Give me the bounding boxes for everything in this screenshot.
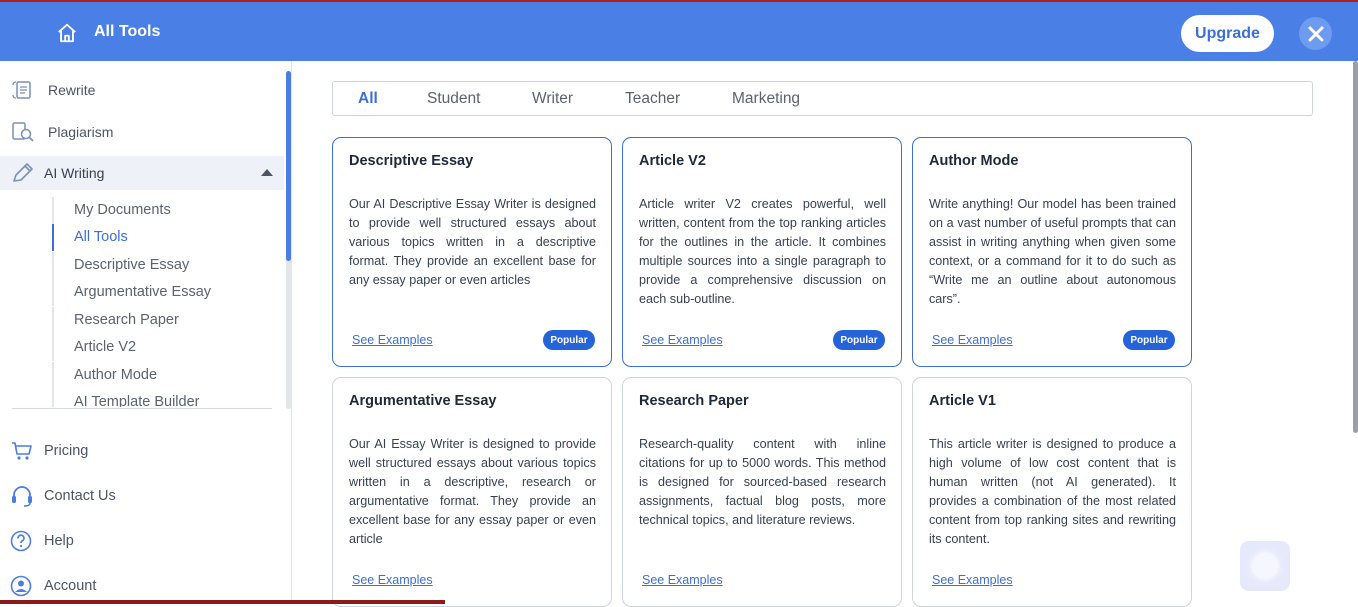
sidebar-item-label: Plagiarism	[48, 124, 114, 140]
top-bar: All Tools Upgrade	[0, 0, 1358, 61]
tool-card-research-paper[interactable]: Research Paper Research-quality content …	[622, 377, 902, 607]
sidebar-divider	[12, 408, 272, 409]
see-examples-link[interactable]: See Examples	[642, 573, 723, 587]
account-icon	[10, 575, 32, 597]
sidebar-subitem-article-v2[interactable]: Article V2	[52, 334, 272, 361]
rewrite-icon	[12, 81, 31, 99]
see-examples-link[interactable]: See Examples	[932, 333, 1013, 347]
tab-student[interactable]: Student	[427, 90, 480, 108]
card-description: Research-quality content with inline cit…	[639, 437, 886, 527]
sidebar-subitem-research-paper[interactable]: Research Paper	[52, 307, 272, 334]
card-title: Argumentative Essay	[349, 393, 497, 409]
pencil-icon	[13, 163, 33, 182]
upgrade-button[interactable]: Upgrade	[1181, 15, 1274, 52]
plagiarism-icon	[12, 122, 34, 142]
card-title: Author Mode	[929, 153, 1019, 169]
tool-card-article-v1[interactable]: Article V1 This article writer is design…	[912, 377, 1192, 607]
tool-card-descriptive-essay[interactable]: Descriptive Essay Our AI Descriptive Ess…	[332, 137, 612, 367]
subitem-label: Argumentative Essay	[74, 284, 212, 300]
subitem-label: Author Mode	[74, 367, 158, 383]
sidebar-item-contact-us[interactable]: Contact Us	[0, 481, 284, 511]
sidebar: Rewrite Plagiarism AI Writing My Documen…	[0, 61, 292, 604]
tool-card-article-v2[interactable]: Article V2 Article writer V2 creates pow…	[622, 137, 902, 367]
sidebar-item-plagiarism[interactable]: Plagiarism	[0, 115, 284, 149]
sidebar-subitem-my-documents[interactable]: My Documents	[52, 197, 272, 224]
tab-marketing[interactable]: Marketing	[732, 90, 800, 108]
see-examples-link[interactable]: See Examples	[352, 573, 433, 587]
popular-badge: Popular	[1123, 330, 1175, 350]
sidebar-item-label: Help	[44, 533, 74, 549]
help-icon	[10, 530, 32, 552]
sidebar-item-label: Rewrite	[48, 82, 96, 98]
subitem-label: My Documents	[74, 202, 171, 218]
headset-icon	[12, 486, 32, 507]
sidebar-item-label: Pricing	[44, 443, 89, 459]
card-description: Our AI Descriptive Essay Writer is desig…	[349, 197, 596, 287]
sidebar-item-label: Account	[44, 578, 97, 594]
see-examples-link[interactable]: See Examples	[932, 573, 1013, 587]
sidebar-item-account[interactable]: Account	[0, 571, 284, 601]
sidebar-subitem-descriptive-essay[interactable]: Descriptive Essay	[52, 252, 272, 279]
card-title: Article V2	[639, 153, 706, 169]
subitem-label: All Tools	[74, 229, 128, 245]
main-scrollbar[interactable]	[1353, 61, 1358, 433]
sidebar-scrollbar-thumb[interactable]	[286, 71, 291, 261]
sidebar-item-rewrite[interactable]: Rewrite	[0, 73, 284, 107]
page-title: All Tools	[94, 23, 161, 40]
tab-all[interactable]: All	[358, 90, 378, 108]
see-examples-link[interactable]: See Examples	[642, 333, 723, 347]
sidebar-item-help[interactable]: Help	[0, 526, 284, 556]
sidebar-subitem-argumentative-essay[interactable]: Argumentative Essay	[52, 279, 272, 306]
popular-badge: Popular	[833, 330, 885, 350]
card-title: Article V1	[929, 393, 996, 409]
sidebar-subitem-all-tools[interactable]: All Tools	[52, 224, 272, 251]
sidebar-item-label: Contact Us	[44, 488, 116, 504]
card-description: This article writer is designed to produ…	[929, 437, 1176, 546]
tool-card-argumentative-essay[interactable]: Argumentative Essay Our AI Essay Writer …	[332, 377, 612, 607]
close-icon	[1308, 26, 1323, 41]
see-examples-link[interactable]: See Examples	[352, 333, 433, 347]
chevron-up-icon[interactable]	[261, 169, 273, 176]
sidebar-item-pricing[interactable]: Pricing	[0, 436, 284, 466]
subitem-label: Descriptive Essay	[74, 257, 190, 273]
tool-card-author-mode[interactable]: Author Mode Write anything! Our model ha…	[912, 137, 1192, 367]
card-title: Descriptive Essay	[349, 153, 474, 169]
sidebar-subitem-ai-template-builder[interactable]: AI Template Builder	[52, 389, 272, 407]
subitem-label: Research Paper	[74, 312, 179, 328]
subitem-label: Article V2	[74, 339, 137, 355]
chat-widget-button[interactable]	[1240, 541, 1290, 591]
cart-icon	[12, 442, 32, 460]
sidebar-item-label: AI Writing	[44, 165, 105, 181]
card-title: Research Paper	[639, 393, 749, 409]
subitem-label: AI Template Builder	[74, 394, 200, 407]
sidebar-item-ai-writing[interactable]: AI Writing	[0, 156, 284, 190]
card-description: Our AI Essay Writer is designed to provi…	[349, 437, 596, 546]
card-description: Write anything! Our model has been train…	[929, 197, 1176, 306]
sidebar-subitem-author-mode[interactable]: Author Mode	[52, 362, 272, 389]
tab-teacher[interactable]: Teacher	[625, 90, 680, 108]
card-description: Article writer V2 creates powerful, well…	[639, 197, 886, 306]
home-icon[interactable]	[56, 22, 78, 44]
popular-badge: Popular	[543, 330, 595, 350]
category-filter-bar: All Student Writer Teacher Marketing	[332, 81, 1313, 116]
close-button[interactable]	[1299, 17, 1332, 50]
tab-writer[interactable]: Writer	[532, 90, 573, 108]
progress-indicator	[0, 600, 445, 604]
